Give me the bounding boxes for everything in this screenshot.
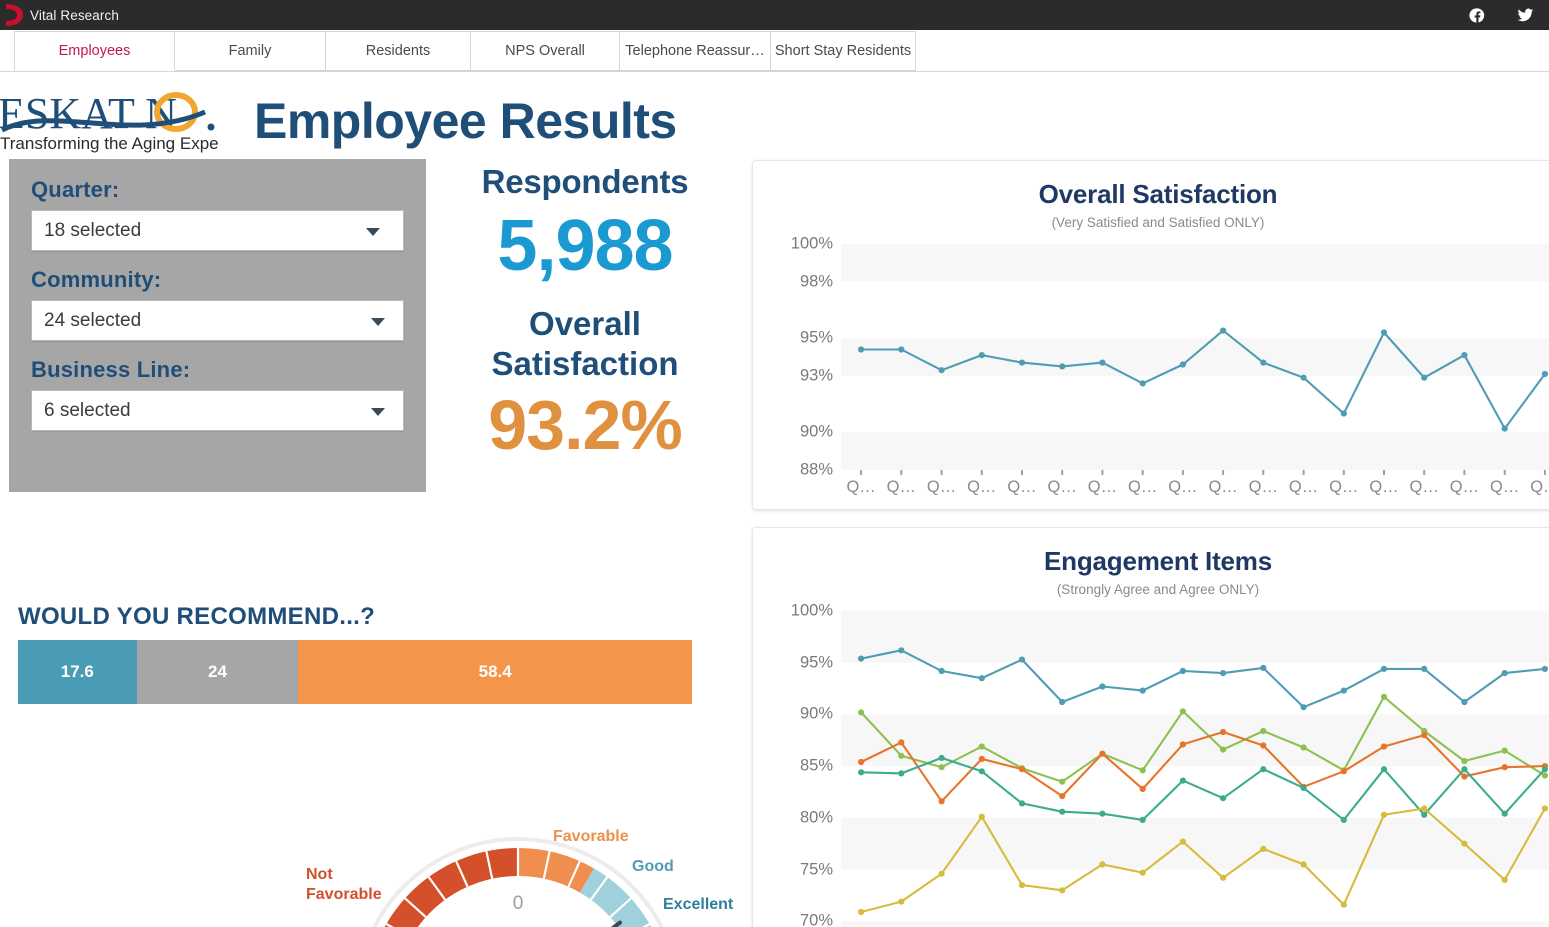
window-titlebar: Vital Research bbox=[0, 0, 1549, 30]
page-title: Employee Results bbox=[254, 93, 677, 149]
x-axis-tick-label: Q… bbox=[1208, 478, 1238, 496]
tab-telephone-reassurance[interactable]: Telephone Reassur… bbox=[619, 31, 771, 71]
chart2-title: Engagement Items bbox=[1044, 546, 1272, 576]
x-axis-tick-label: Q… bbox=[1168, 478, 1198, 496]
engagement-items-card: Engagement Items (Strongly Agree and Agr… bbox=[752, 527, 1549, 927]
x-axis-tick-label: Q… bbox=[926, 478, 957, 496]
vital-research-logo-icon bbox=[0, 0, 26, 30]
chart1-title: Overall Satisfaction bbox=[1038, 179, 1278, 209]
chevron-down-icon bbox=[371, 317, 385, 326]
x-axis-tick-label: Q… bbox=[886, 478, 916, 496]
chart2-subtitle: (Strongly Agree and Agree ONLY) bbox=[1056, 582, 1260, 597]
y-axis-tick-label: 80% bbox=[799, 808, 833, 827]
recommend-segment-value: 17.6 bbox=[60, 662, 94, 681]
gauge-zone-good: Good bbox=[632, 858, 674, 875]
recommend-segment-1: 24 bbox=[136, 640, 299, 704]
social-links bbox=[1469, 0, 1535, 30]
dashboard-main: ESKAT N Transforming the Aging Experienc… bbox=[0, 72, 1549, 927]
chevron-down-icon bbox=[366, 227, 380, 236]
svg-text:Transforming the Aging Experie: Transforming the Aging Experience bbox=[0, 134, 218, 153]
x-axis-tick-label: Q… bbox=[1329, 478, 1359, 496]
eskaton-logo: ESKAT N Transforming the Aging Experienc… bbox=[0, 86, 222, 156]
recommend-segment-2: 58.4 bbox=[298, 640, 692, 704]
filter-panel: Quarter: 18 selected Community: 24 selec… bbox=[9, 159, 426, 492]
x-axis-tick-label: Q… bbox=[1369, 478, 1399, 496]
x-axis-tick-label: Q… bbox=[1047, 478, 1077, 496]
y-axis-tick-label: 95% bbox=[799, 328, 833, 347]
chevron-down-icon bbox=[371, 407, 385, 416]
x-axis-tick-label: Q… bbox=[1530, 478, 1549, 496]
community-value: 24 selected bbox=[44, 309, 142, 331]
x-axis-tick-label: Q… bbox=[1449, 478, 1480, 496]
overall-satisfaction-label-1: Overall bbox=[529, 305, 641, 343]
quarter-value: 18 selected bbox=[44, 219, 142, 241]
y-axis-tick-label: 98% bbox=[799, 272, 833, 291]
main-tabbar: Employees Family Residents NPS Overall T… bbox=[0, 30, 1549, 72]
overall-satisfaction-value: 93.2% bbox=[488, 386, 682, 465]
x-axis-tick-label: Q… bbox=[1489, 478, 1520, 496]
community-select[interactable]: 24 selected bbox=[31, 300, 404, 341]
y-axis-tick-label: 90% bbox=[799, 422, 833, 441]
x-axis-tick-label: Q… bbox=[1409, 478, 1439, 496]
tab-short-stay-residents[interactable]: Short Stay Residents bbox=[770, 31, 916, 71]
app-title: Vital Research bbox=[30, 7, 119, 23]
svg-text:0: 0 bbox=[513, 893, 524, 914]
recommend-segment-value: 24 bbox=[208, 662, 227, 681]
facebook-icon[interactable] bbox=[1469, 7, 1486, 24]
y-axis-tick-label: 88% bbox=[799, 460, 833, 479]
respondents-value: 5,988 bbox=[497, 205, 673, 286]
tab-family[interactable]: Family bbox=[174, 31, 326, 71]
respondents-label: Respondents bbox=[481, 163, 689, 200]
gauge-zone-excellent: Excellent bbox=[663, 896, 734, 913]
chart1-plot[interactable]: 88% 90% 93% 95% 98% 100% Q… Q… Q… Q… Q… Q… Q… Q… Q… Q… Q… bbox=[753, 230, 1549, 509]
y-axis-tick-label: 85% bbox=[799, 756, 833, 775]
svg-text:ESKAT N: ESKAT N bbox=[0, 89, 177, 138]
y-axis-tick-label: 93% bbox=[799, 366, 833, 385]
recommend-bar: 17.6 24 58.4 bbox=[18, 640, 692, 704]
community-label: Community: bbox=[31, 267, 162, 292]
x-axis-tick-label: Q… bbox=[1007, 478, 1037, 496]
twitter-icon[interactable] bbox=[1516, 7, 1535, 24]
x-axis-tick-label: Q… bbox=[1087, 478, 1118, 496]
overall-satisfaction-label-2: Satisfaction bbox=[491, 344, 679, 382]
gauge-zone-not-favorable: Not Favorable bbox=[306, 866, 382, 903]
quarter-label: Quarter: bbox=[31, 177, 120, 202]
x-axis-tick-label: Q… bbox=[1288, 478, 1319, 496]
y-axis-tick-label: 100% bbox=[790, 601, 833, 620]
tab-nps-overall[interactable]: NPS Overall bbox=[470, 31, 620, 71]
y-axis-tick-label: 95% bbox=[799, 653, 833, 672]
business-line-label: Business Line: bbox=[31, 357, 191, 382]
chart1-subtitle: (Very Satisfied and Satisfied ONLY) bbox=[1051, 215, 1265, 230]
y-axis-tick-label: 75% bbox=[799, 860, 833, 879]
y-axis-tick-label: 70% bbox=[799, 911, 833, 927]
quarter-select[interactable]: 18 selected bbox=[31, 210, 404, 251]
kpi-block: Respondents 5,988 Overall Satisfaction 9… bbox=[430, 163, 740, 465]
x-axis-tick-label: Q… bbox=[967, 478, 997, 496]
left-panel: ESKAT N Transforming the Aging Experienc… bbox=[0, 72, 745, 927]
x-axis-tick-label: Q… bbox=[1248, 478, 1278, 496]
x-axis-tick-label: Q… bbox=[1127, 478, 1158, 496]
gauge-zone-favorable: Favorable bbox=[553, 828, 629, 845]
tab-employees[interactable]: Employees bbox=[14, 31, 175, 71]
business-line-select[interactable]: 6 selected bbox=[31, 390, 404, 431]
recommend-segment-0: 17.6 bbox=[18, 640, 137, 704]
y-axis-tick-label: 90% bbox=[799, 704, 833, 723]
chart2-plot[interactable]: 65%70%75%80%85%90%95%100% bbox=[753, 597, 1549, 927]
business-line-value: 6 selected bbox=[44, 399, 131, 421]
recommend-title: WOULD YOU RECOMMEND...? bbox=[18, 603, 376, 630]
y-axis-tick-label: 100% bbox=[790, 234, 833, 253]
overall-satisfaction-card: Overall Satisfaction (Very Satisfied and… bbox=[752, 160, 1549, 510]
brand-row: ESKAT N Transforming the Aging Experienc… bbox=[0, 72, 745, 160]
x-axis-tick-label: Q… bbox=[846, 478, 876, 496]
tab-residents[interactable]: Residents bbox=[325, 31, 471, 71]
recommend-segment-value: 58.4 bbox=[478, 662, 512, 681]
